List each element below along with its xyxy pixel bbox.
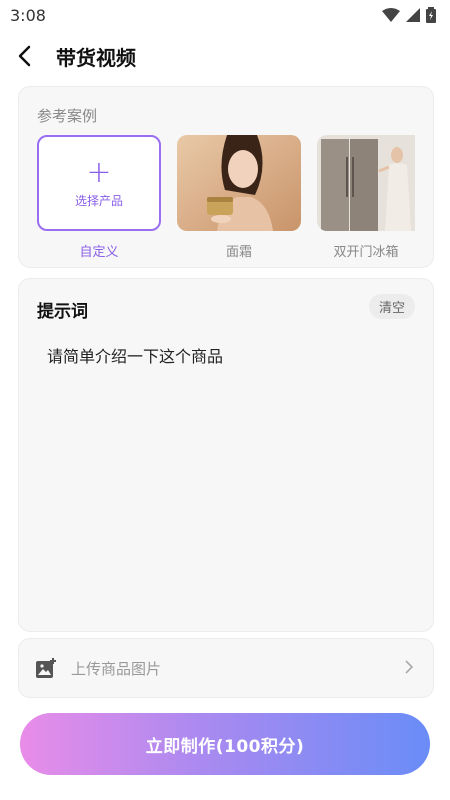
fridge-thumbnail[interactable] bbox=[317, 135, 415, 231]
back-button[interactable] bbox=[8, 40, 40, 72]
create-now-button[interactable]: 立即制作(100积分) bbox=[20, 713, 430, 775]
reference-item-custom[interactable]: + 选择产品 自定义 bbox=[37, 135, 161, 260]
upload-product-image-button[interactable]: 上传商品图片 bbox=[18, 638, 434, 698]
header: 带货视频 bbox=[0, 36, 450, 76]
reference-cases-title: 参考案例 bbox=[37, 107, 98, 125]
fridge-image bbox=[317, 135, 415, 231]
upload-label: 上传商品图片 bbox=[71, 660, 162, 678]
reference-item-caption: 面霜 bbox=[225, 245, 252, 260]
chevron-right-icon bbox=[405, 660, 413, 674]
battery-icon bbox=[426, 7, 436, 23]
prompt-title: 提示词 bbox=[37, 302, 88, 322]
signal-icon bbox=[406, 8, 420, 22]
reference-item-caption: 双开门冰箱 bbox=[333, 245, 399, 260]
reference-item-caption: 自定义 bbox=[79, 245, 119, 260]
status-bar: 3:08 bbox=[0, 0, 450, 30]
status-time: 3:08 bbox=[10, 6, 46, 25]
reference-cases-card: 参考案例 + 选择产品 自定义 面霜 双开门冰箱 bbox=[18, 86, 434, 268]
create-now-label: 立即制作(100积分) bbox=[145, 736, 305, 757]
face-cream-image bbox=[177, 135, 301, 231]
face-cream-thumbnail[interactable] bbox=[177, 135, 301, 231]
page-title: 带货视频 bbox=[56, 46, 136, 70]
wifi-icon bbox=[382, 8, 400, 22]
add-image-icon bbox=[36, 658, 56, 678]
status-icons bbox=[382, 6, 436, 24]
prompt-card: 提示词 清空 请简单介绍一下这个商品 bbox=[18, 278, 434, 632]
prompt-textarea[interactable]: 请简单介绍一下这个商品 bbox=[47, 343, 223, 367]
chevron-left-icon bbox=[18, 45, 31, 67]
plus-icon: + bbox=[86, 154, 112, 190]
reference-item-face-cream[interactable]: 面霜 bbox=[177, 135, 301, 260]
clear-button[interactable]: 清空 bbox=[368, 294, 415, 319]
reference-item-fridge[interactable]: 双开门冰箱 bbox=[317, 135, 415, 260]
select-product-label: 选择产品 bbox=[74, 193, 123, 208]
select-product-tile[interactable]: + 选择产品 bbox=[37, 135, 161, 231]
